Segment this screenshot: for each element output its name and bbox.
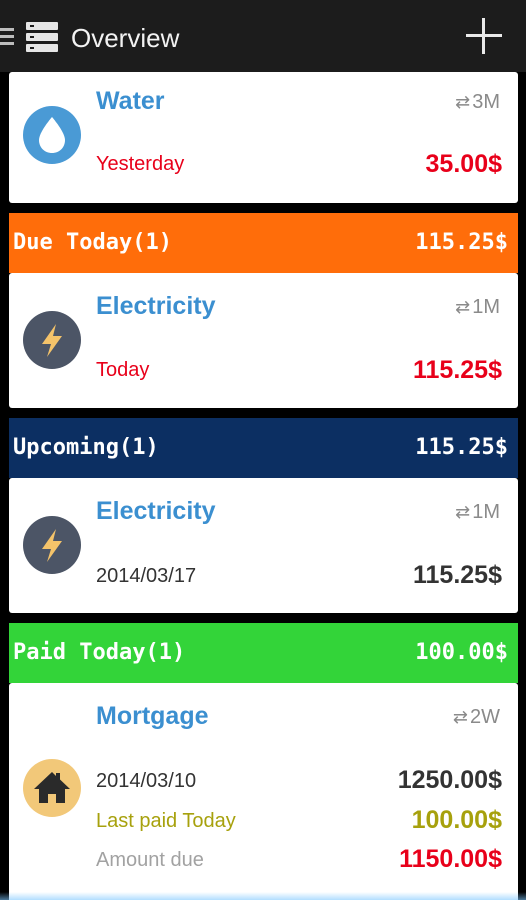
bill-amount: 115.25$ [413, 561, 502, 589]
lightning-icon [23, 516, 81, 574]
recurrence-label: ⇄ 1M [455, 296, 500, 318]
recurrence-label: ⇄ 2W [452, 706, 500, 728]
last-paid-label: Last paid Today [96, 810, 236, 832]
section-label: Paid Today(1) [13, 640, 186, 665]
house-icon [23, 759, 81, 817]
bill-card-mortgage[interactable]: Mortgage ⇄ 2W 2014/03/10 1250.00$ Last pa… [9, 683, 518, 900]
bill-card-electricity-due[interactable]: Electricity ⇄ 1M Today 115.25$ [9, 273, 518, 408]
recurrence-label: ⇄ 3M [455, 91, 500, 113]
page-title: Overview [71, 23, 180, 53]
bill-amount: 115.25$ [413, 356, 502, 384]
water-drop-icon [23, 106, 81, 164]
repeat-icon: ⇄ [455, 502, 471, 522]
repeat-icon: ⇄ [452, 707, 468, 727]
add-bill-button[interactable] [466, 18, 502, 54]
section-header-paid-today: Paid Today(1) 100.00$ [9, 623, 518, 683]
due-date: 2014/03/17 [96, 565, 197, 587]
section-total: 100.00$ [415, 640, 508, 665]
bill-card-water[interactable]: Water ⇄ 3M Yesterday 35.00$ [9, 72, 518, 203]
recurrence-label: ⇄ 1M [455, 501, 500, 523]
due-date: 2014/03/10 [96, 770, 197, 792]
bill-name: Mortgage [96, 702, 209, 730]
section-total: 115.25$ [415, 435, 508, 460]
section-total: 115.25$ [415, 230, 508, 255]
section-header-due-today: Due Today(1) 115.25$ [9, 213, 518, 273]
amount-due-label: Amount due [96, 849, 204, 871]
due-date: Yesterday [96, 153, 185, 175]
bill-name: Electricity [96, 497, 216, 525]
section-label: Upcoming(1) [13, 435, 159, 460]
bill-amount: 35.00$ [425, 150, 502, 178]
last-paid-amount: 100.00$ [411, 806, 502, 834]
bill-amount: 1250.00$ [397, 766, 502, 794]
bill-list[interactable]: Water ⇄ 3M Yesterday 35.00$ Due Today(1) … [0, 72, 526, 900]
section-header-upcoming: Upcoming(1) 115.25$ [9, 418, 518, 478]
bill-card-electricity-upcoming[interactable]: Electricity ⇄ 1M 2014/03/17 115.25$ [9, 478, 518, 613]
list-icon[interactable] [26, 22, 58, 52]
repeat-icon: ⇄ [455, 92, 471, 112]
menu-icon[interactable] [0, 28, 14, 46]
bill-name: Electricity [96, 292, 216, 320]
action-bar: Overview [0, 0, 526, 72]
lightning-icon [23, 311, 81, 369]
section-label: Due Today(1) [13, 230, 172, 255]
repeat-icon: ⇄ [455, 297, 471, 317]
bill-name: Water [96, 87, 165, 115]
scroll-edge-glow [0, 892, 526, 900]
due-date: Today [96, 359, 150, 381]
amount-due-value: 1150.00$ [399, 845, 502, 873]
